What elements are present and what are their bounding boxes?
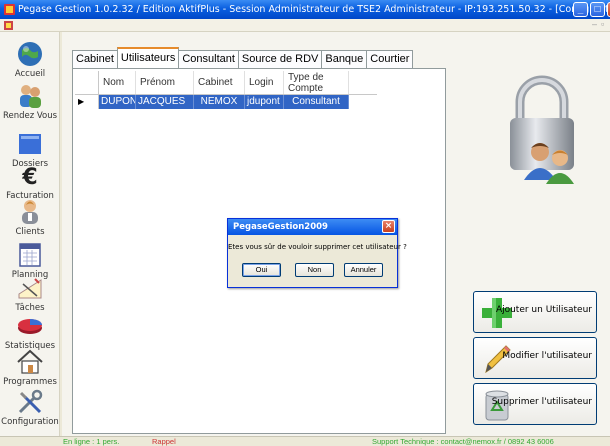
chart-icon (18, 319, 42, 334)
status-bar: En ligne : 1 pers. Rappel Support Techni… (0, 436, 610, 446)
sidebar-label-accueil: Accueil (14, 69, 46, 79)
no-button[interactable]: Non (295, 263, 334, 277)
mdi-app-icon[interactable] (3, 20, 14, 31)
tab-consultant[interactable]: Consultant (178, 50, 239, 68)
window-title: Pegase Gestion 1.0.2.32 / Edition AktifP… (18, 4, 610, 15)
sidebar-item-statistiques[interactable]: Statistiques (0, 312, 60, 351)
globe-icon (18, 42, 42, 66)
table-row[interactable]: ▶ DUPONT JACQUES NEMOX jdupont Consultan… (75, 95, 377, 109)
tab-source-de-rdv[interactable]: Source de RDV (237, 50, 323, 68)
home-icon (17, 349, 43, 374)
column-header-prenom[interactable]: Prénom (136, 71, 194, 94)
client-icon (22, 200, 38, 224)
sidebar-item-rendez-vous[interactable]: Rendez Vous (0, 82, 60, 121)
column-header-type-de-compte[interactable]: Type de Compte (284, 71, 349, 94)
tab-strip: Cabinet Utilisateurs Consultant Source d… (72, 47, 414, 68)
title-bar: Pegase Gestion 1.0.2.32 / Edition AktifP… (0, 0, 610, 19)
column-header-login[interactable]: Login (245, 71, 284, 94)
sidebar-label-configuration: Configuration (1, 417, 59, 427)
sidebar-label-programmes: Programmes (3, 377, 57, 387)
users-grid[interactable]: Nom Prénom Cabinet Login Type de Compte … (75, 71, 377, 109)
app-icon (4, 4, 15, 15)
dialog-message: Etes vous sûr de vouloir supprimer cet u… (228, 243, 407, 251)
sidebar-item-accueil[interactable]: Accueil (0, 40, 60, 79)
tab-banque[interactable]: Banque (321, 50, 368, 68)
people-icon (20, 85, 41, 108)
calendar-icon (19, 243, 41, 267)
sidebar-label-rendez-vous: Rendez Vous (2, 111, 58, 121)
cell-prenom[interactable]: JACQUES (136, 95, 194, 109)
tab-cabinet[interactable]: Cabinet (72, 50, 118, 68)
sidebar-item-facturation[interactable]: € Facturation (0, 162, 60, 201)
sidebar-item-taches[interactable]: Tâches (0, 274, 60, 313)
column-header-nom[interactable]: Nom (99, 71, 136, 94)
tasks-icon (18, 278, 42, 299)
dialog-close-icon[interactable]: × (382, 220, 395, 233)
sidebar-item-programmes[interactable]: Programmes (0, 348, 60, 387)
sidebar: Accueil Rendez Vous Dossiers € Facturati… (0, 32, 60, 436)
minimize-button[interactable]: _ (573, 2, 588, 17)
sidebar-label-clients: Clients (15, 227, 45, 237)
folder-icon (19, 134, 41, 154)
mdi-restore-icon[interactable]: ▫ (601, 19, 604, 29)
yes-button[interactable]: Oui (242, 263, 281, 277)
cell-cabinet[interactable]: NEMOX (194, 95, 245, 109)
add-user-button[interactable]: Ajouter un Utilisateur (473, 291, 597, 333)
status-support[interactable]: Support Technique : contact@nemox.fr / 0… (372, 437, 554, 446)
lock-users-icon (510, 75, 574, 184)
sidebar-item-clients[interactable]: Clients (0, 198, 60, 237)
maximize-button[interactable]: □ (590, 2, 605, 17)
edit-user-button[interactable]: Modifier l'utilisateur (473, 337, 597, 379)
euro-icon: € (21, 165, 37, 190)
tools-icon (18, 389, 43, 414)
dialog-title-bar: PegaseGestion2009 × (228, 219, 397, 235)
edit-user-label: Modifier l'utilisateur (502, 351, 592, 361)
dialog-buttons: Oui Non Annuler (228, 263, 397, 277)
cell-login[interactable]: jdupont (245, 95, 284, 109)
cell-nom[interactable]: DUPONT (99, 95, 136, 109)
mdi-strip: – ▫ (0, 19, 610, 32)
cell-type-de-compte[interactable]: Consultant (284, 95, 349, 109)
delete-user-label: Supprimer l'utilisateur (491, 397, 592, 407)
confirm-dialog: PegaseGestion2009 × Etes vous sûr de vou… (227, 218, 407, 288)
row-indicator[interactable]: ▶ (75, 95, 99, 109)
status-reminder[interactable]: Rappel (152, 437, 176, 446)
sidebar-item-configuration[interactable]: Configuration (0, 388, 60, 427)
status-online: En ligne : 1 pers. (63, 437, 120, 446)
delete-user-button[interactable]: Supprimer l'utilisateur (473, 383, 597, 425)
grid-corner (75, 71, 99, 94)
tab-courtier[interactable]: Courtier (366, 50, 414, 68)
add-user-label: Ajouter un Utilisateur (495, 305, 592, 315)
mdi-minimize-icon[interactable]: – (592, 19, 597, 29)
cancel-button[interactable]: Annuler (344, 263, 383, 277)
svg-text:€: € (21, 165, 37, 190)
tab-utilisateurs[interactable]: Utilisateurs (116, 47, 180, 68)
column-header-cabinet[interactable]: Cabinet (194, 71, 245, 94)
dialog-title: PegaseGestion2009 (233, 222, 328, 232)
grid-header: Nom Prénom Cabinet Login Type de Compte (75, 71, 377, 95)
